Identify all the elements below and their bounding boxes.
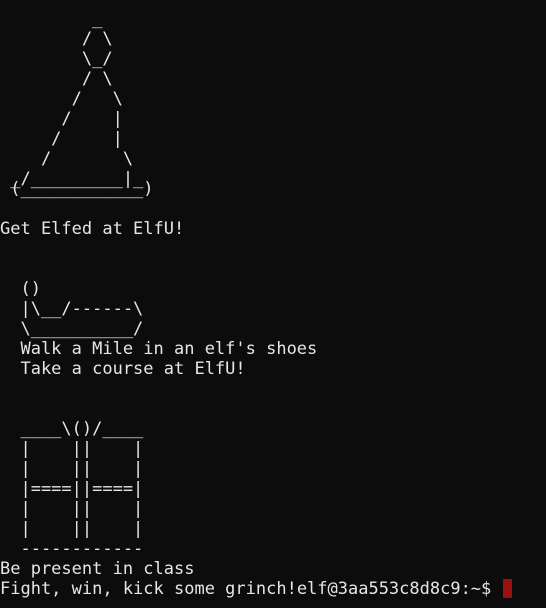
gift-art-line-6: | || | [0, 519, 144, 539]
hat-art-line-4: / \ [0, 69, 113, 89]
hat-art-line-10: (____________) [0, 179, 154, 199]
get-elfed-line: Get Elfed at ElfU! [0, 219, 185, 239]
hat-art-line-8: / \ [0, 149, 134, 169]
gift-art-line-3: | || | [0, 459, 144, 479]
hat-art-line-5: / \ [0, 89, 123, 109]
walk-mile-line: Walk a Mile in an elf's shoes [0, 339, 318, 359]
shoe-art-line-1: () [0, 279, 41, 299]
hat-art-line-1: _ [0, 9, 103, 29]
terminal-window[interactable]: _ / \ \_/ / \ / \ / | / | / \ _/________… [0, 0, 546, 608]
gift-art-line-2: | || | [0, 439, 144, 459]
fight-text: Fight, win, kick some grinch! [0, 579, 297, 599]
prompt-line[interactable]: Fight, win, kick some grinch!elf@3aa553c… [0, 579, 512, 599]
gift-art-line-4: |====||====| [0, 479, 144, 499]
shoe-art-line-2: |\__/------\ [0, 299, 144, 319]
hat-art-line-3: \_/ [0, 49, 113, 69]
take-course-line: Take a course at ElfU! [0, 359, 246, 379]
gift-art-line-7: ------------ [0, 539, 144, 559]
be-present-line: Be present in class [0, 559, 195, 579]
text-cursor[interactable] [502, 579, 512, 598]
hat-art-line-7: / | [0, 129, 123, 149]
hat-art-line-2: / \ [0, 29, 113, 49]
gift-art-line-5: | || | [0, 499, 144, 519]
shell-prompt: elf@3aa553c8d8c9:~$ [296, 579, 502, 599]
hat-art-line-6: / | [0, 109, 123, 129]
gift-art-line-1: ____\()/____ [0, 419, 144, 439]
shoe-art-line-3: \__________/ [0, 319, 144, 339]
